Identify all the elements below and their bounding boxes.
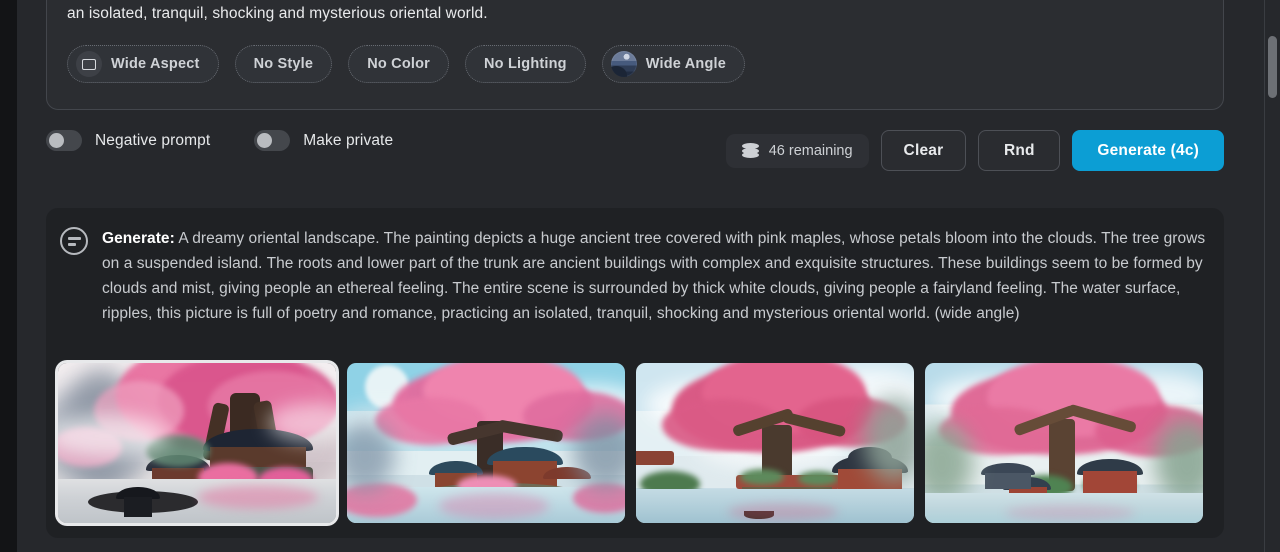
chip-label: No Color [367, 56, 431, 72]
result-label: Generate: [102, 230, 175, 247]
chip-no-style[interactable]: No Style [234, 45, 333, 83]
switch-knob [257, 133, 273, 148]
chip-label: No Lighting [484, 56, 567, 72]
controls-row: Negative prompt Make private 46 remainin… [46, 130, 1224, 184]
modifier-chip-row: Wide Aspect No Style No Color No Lightin… [67, 45, 746, 83]
bot-message-icon [60, 227, 88, 255]
chip-no-color[interactable]: No Color [348, 45, 450, 83]
toggle-negative-prompt[interactable]: Negative prompt [46, 130, 210, 151]
thumbnail-image [925, 363, 1203, 523]
chip-label: Wide Angle [645, 56, 727, 72]
rnd-button[interactable]: Rnd [978, 130, 1061, 171]
toggle-make-private[interactable]: Make private [254, 130, 393, 151]
result-thumbnail-1[interactable] [58, 363, 336, 523]
thumbnail-image [347, 363, 625, 523]
make-private-switch[interactable] [254, 130, 291, 151]
toggle-label: Make private [303, 131, 394, 149]
toggle-group: Negative prompt Make private [46, 130, 393, 151]
chip-wide-angle[interactable]: Wide Angle [601, 45, 746, 83]
result-thumbnail-3[interactable] [636, 363, 914, 523]
chip-label: Wide Aspect [111, 56, 200, 72]
wide-angle-thumb-icon [610, 51, 637, 77]
coins-stack-icon [741, 143, 759, 158]
left-edge-gutter [0, 0, 17, 552]
prompt-panel: an isolated, tranquil, shocking and myst… [46, 0, 1224, 110]
result-thumbnail-4[interactable] [925, 363, 1203, 523]
negative-prompt-switch[interactable] [46, 130, 82, 151]
result-prompt-text: Generate: A dreamy oriental landscape. T… [102, 226, 1210, 326]
chip-label: No Style [253, 56, 314, 72]
switch-knob [49, 133, 64, 148]
thumbnail-image [636, 363, 914, 523]
result-header: Generate: A dreamy oriental landscape. T… [60, 226, 1210, 326]
toggle-label: Negative prompt [95, 131, 211, 149]
result-thumbnail-grid [58, 363, 1203, 523]
credits-text: 46 remaining [768, 142, 853, 159]
thumbnail-image [58, 363, 336, 523]
action-group: 46 remaining Clear Rnd Generate (4c) [725, 130, 1224, 171]
credits-remaining-pill: 46 remaining [725, 133, 869, 168]
page-scrollbar[interactable] [1264, 0, 1280, 552]
result-thumbnail-2[interactable] [347, 363, 625, 523]
app-root: an isolated, tranquil, shocking and myst… [0, 0, 1280, 552]
prompt-text-tail: an isolated, tranquil, shocking and myst… [67, 5, 488, 22]
aspect-frame-icon [76, 51, 102, 77]
generate-button[interactable]: Generate (4c) [1072, 130, 1224, 171]
scrollbar-thumb[interactable] [1268, 36, 1277, 98]
result-body: A dreamy oriental landscape. The paintin… [102, 230, 1206, 322]
chip-wide-aspect[interactable]: Wide Aspect [67, 45, 219, 83]
clear-button[interactable]: Clear [880, 130, 967, 171]
chip-no-lighting[interactable]: No Lighting [465, 45, 586, 83]
